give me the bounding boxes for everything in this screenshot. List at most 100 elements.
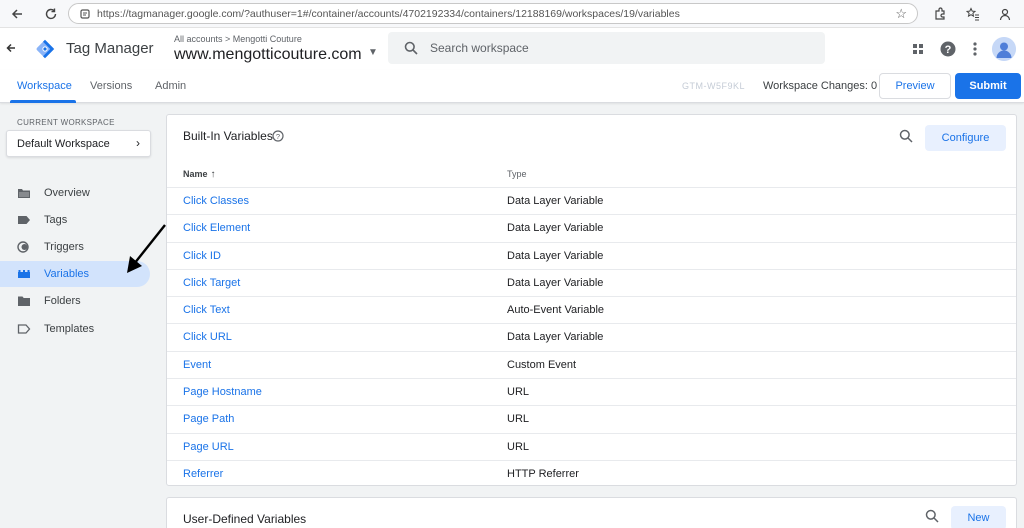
apps-icon[interactable] [909,40,927,58]
table-row[interactable]: Page Hostname URL [167,378,1016,405]
folder-open-icon [18,189,30,198]
user-icon [999,8,1011,21]
workspace-id: GTM-W5F9KL [682,81,746,91]
site-info-icon [80,8,90,19]
sidebar-item-label: Tags [44,214,68,226]
workspace-changes: Workspace Changes: 0 [763,80,878,92]
variable-name-link[interactable]: Referrer [183,468,223,480]
search-icon [404,41,418,55]
workspace-selector[interactable]: Default Workspace › [6,130,151,157]
workspace-search[interactable] [388,32,825,64]
tab-versions[interactable]: Versions [90,80,132,92]
more-vert-icon[interactable] [966,40,984,58]
container-selector[interactable]: www.mengotticouture.com [174,46,362,64]
table-row[interactable]: Click URL Data Layer Variable [167,323,1016,350]
variable-name-link[interactable]: Click Text [183,304,230,316]
sort-up-icon: ↑ [210,169,216,180]
current-workspace-label: CURRENT WORKSPACE [17,118,115,127]
favorites-icon [966,7,979,21]
sidebar-item-label: Triggers [44,241,84,253]
variable-type: URL [507,386,530,399]
variable-type: URL [507,413,530,426]
builtin-variables-table: Click Classes Data Layer Variable Click El… [167,187,1016,487]
variable-name-link[interactable]: Click URL [183,331,232,343]
variable-name-link[interactable]: Click Element [183,222,250,234]
sidebar-item-folders[interactable]: Folders [0,288,150,314]
variable-name-link[interactable]: Page Hostname [183,386,262,398]
annotation-arrow-icon [127,224,166,273]
tab-workspace[interactable]: Workspace [17,80,72,92]
active-tab-indicator [10,100,76,103]
variable-type: Data Layer Variable [507,195,604,207]
template-icon [17,324,31,334]
table-row[interactable]: Page URL URL [167,432,1016,460]
workspace-tab-bar: Workspace Versions Admin GTM-W5F9KL Work… [0,70,1024,103]
avatar-icon [992,37,1016,61]
variable-type: Data Layer Variable [507,276,604,289]
table-row[interactable]: Click Classes Data Layer Variable [167,187,1016,214]
variable-type: HTTP Referrer [507,467,579,480]
browser-toolbar: https://tagmanager.google.com/?authuser=… [0,0,1024,28]
search-icon[interactable] [899,129,913,143]
reload-icon [45,8,57,19]
svg-text:?: ? [276,132,280,141]
svg-text:?: ? [945,44,952,56]
folder-icon [18,296,30,306]
app-header: Tag Manager All accounts > Mengotti Cout… [0,28,1024,70]
extensions-button[interactable] [930,4,950,24]
sidebar-item-overview[interactable]: Overview [0,180,150,206]
variable-type: Data Layer Variable [507,222,604,235]
sidebar-item-templates[interactable]: Templates [0,316,150,342]
app-back-icon[interactable] [6,41,16,56]
avatar[interactable] [992,37,1016,61]
account-breadcrumb[interactable]: All accounts > Mengotti Couture [174,34,302,44]
help-circle-icon[interactable]: ? [272,130,284,142]
puzzle-icon [935,7,945,20]
reload-button[interactable] [40,3,62,25]
back-button[interactable] [6,3,28,25]
help-icon[interactable]: ? [939,40,957,58]
tag-manager-logo-icon [36,39,55,59]
search-icon[interactable] [925,509,939,523]
table-row[interactable]: Event Custom Event [167,350,1016,378]
variable-name-link[interactable]: Click ID [183,250,221,262]
variable-name-link[interactable]: Page Path [183,413,234,425]
user-defined-variables-title: User-Defined Variables [183,512,307,526]
submit-button[interactable]: Submit [955,73,1021,99]
arrow-left-icon [11,8,22,19]
column-header-type[interactable]: Type [507,169,527,179]
column-header-label: Name [183,169,208,179]
table-row[interactable]: Page Path URL [167,405,1016,432]
caret-down-icon[interactable]: ▼ [368,47,378,58]
chevron-right-icon: › [136,136,140,150]
variable-type: Data Layer Variable [507,331,604,344]
search-input[interactable] [430,41,790,55]
star-icon[interactable]: ☆ [895,6,907,22]
table-row[interactable]: Click Text Auto-Event Variable [167,296,1016,323]
variables-icon [18,270,30,278]
trigger-icon [17,241,29,253]
sidebar-item-label: Templates [44,323,95,335]
sidebar-item-label: Overview [44,187,90,199]
tab-admin[interactable]: Admin [155,80,186,92]
sidebar-item-label: Folders [44,295,81,307]
variable-type: URL [507,440,530,453]
address-bar[interactable]: https://tagmanager.google.com/?authuser=… [68,3,918,24]
column-header-name[interactable]: Name ↑ [183,169,216,180]
url-text: https://tagmanager.google.com/?authuser=… [97,7,680,20]
favorites-button[interactable] [963,4,983,24]
variable-name-link[interactable]: Page URL [183,441,234,453]
variable-name-link[interactable]: Click Classes [183,195,249,207]
variable-name-link[interactable]: Click Target [183,277,240,289]
tag-icon [18,216,30,224]
profile-button[interactable] [995,4,1015,24]
new-variable-button[interactable]: New [951,506,1006,528]
table-row[interactable]: Click Element Data Layer Variable [167,214,1016,241]
preview-button[interactable]: Preview [879,73,951,99]
table-row[interactable]: Referrer HTTP Referrer [167,459,1016,487]
variable-name-link[interactable]: Event [183,359,211,371]
table-row[interactable]: Click Target Data Layer Variable [167,268,1016,296]
configure-button[interactable]: Configure [925,125,1006,151]
table-row[interactable]: Click ID Data Layer Variable [167,241,1016,269]
workspace-name: Default Workspace [17,138,110,150]
